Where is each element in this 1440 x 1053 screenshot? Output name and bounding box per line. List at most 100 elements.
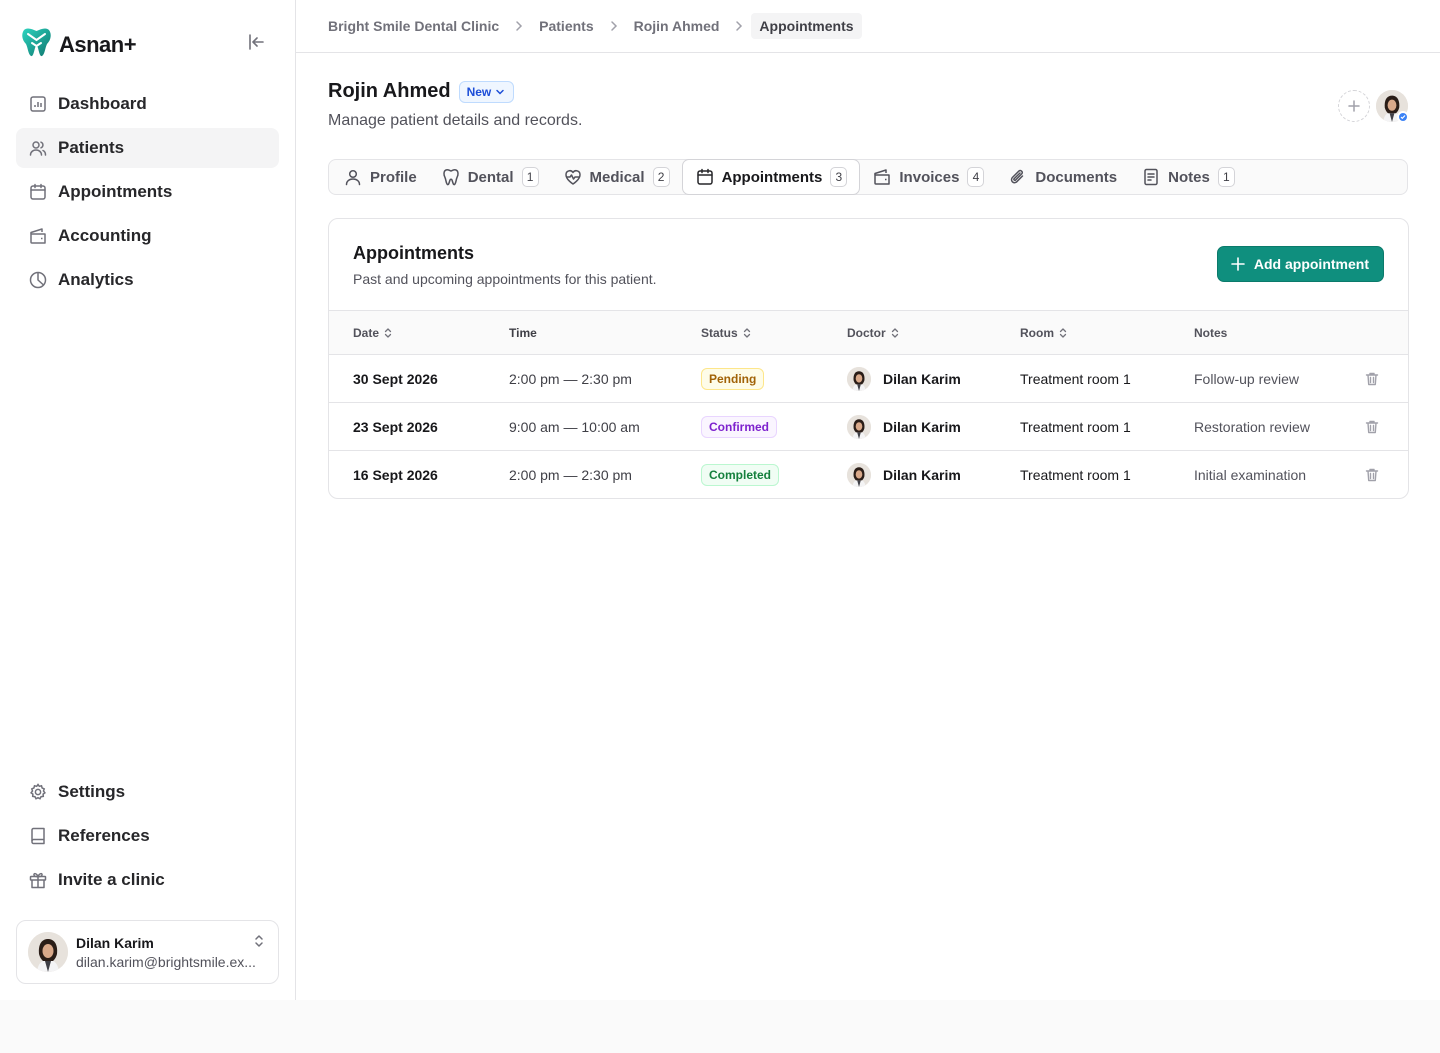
tooth-icon <box>442 168 459 186</box>
sidebar-item-references[interactable]: References <box>16 816 279 856</box>
sidebar-item-accounting[interactable]: Accounting <box>16 216 279 256</box>
breadcrumb: Bright Smile Dental Clinic Patients Roji… <box>296 0 1440 53</box>
book-icon <box>31 827 45 845</box>
sidebar-item-label: Analytics <box>58 270 134 289</box>
cell-notes: Restoration review <box>1194 402 1364 451</box>
sidebar-item-label: Invite a clinic <box>58 870 165 889</box>
column-header-doctor[interactable]: Doctor <box>847 310 1020 355</box>
chevron-right-icon <box>514 20 524 32</box>
column-label: Room <box>1020 325 1054 340</box>
trash-icon <box>1365 372 1379 385</box>
sidebar-item-dashboard[interactable]: Dashboard <box>16 84 279 124</box>
doctor-avatar <box>847 414 871 439</box>
sidebar-item-label: Settings <box>58 782 126 801</box>
add-appointment-button[interactable]: Add appointment <box>1216 246 1384 282</box>
column-label: Notes <box>1194 325 1228 340</box>
tab-label: Appointments <box>721 168 823 186</box>
chevron-right-icon <box>609 20 619 32</box>
sidebar-item-invite-clinic[interactable]: Invite a clinic <box>16 860 279 900</box>
app-name: Asnan+ <box>59 31 137 57</box>
doctor-avatar <box>847 462 871 487</box>
tab-dental[interactable]: Dental 1 <box>429 159 551 195</box>
user-email: dilan.karim@brightsmile.ex... <box>76 953 256 970</box>
page-subtitle: Manage patient details and records. <box>328 112 583 129</box>
column-header-status[interactable]: Status <box>701 310 847 355</box>
delete-appointment-button[interactable] <box>1364 371 1408 387</box>
user-account-switcher[interactable]: Dilan Karim dilan.karim@brightsmile.ex..… <box>16 920 279 984</box>
patient-status-badge[interactable]: New <box>458 80 515 103</box>
tab-notes[interactable]: Notes 1 <box>1129 159 1247 195</box>
column-header-date[interactable]: Date <box>329 310 509 355</box>
sidebar-item-patients[interactable]: Patients <box>16 128 279 168</box>
breadcrumb-current: Appointments <box>751 13 862 39</box>
breadcrumb-clinic[interactable]: Bright Smile Dental Clinic <box>328 18 499 34</box>
column-header-notes: Notes <box>1194 310 1364 355</box>
delete-appointment-button[interactable] <box>1364 419 1408 435</box>
sidebar-item-analytics[interactable]: Analytics <box>16 260 279 300</box>
table-row[interactable]: 16 Sept 2026 2:00 pm — 2:30 pm Completed… <box>329 451 1408 499</box>
breadcrumb-patients[interactable]: Patients <box>539 18 593 34</box>
column-label: Date <box>353 325 380 340</box>
cell-time: 2:00 pm — 2:30 pm <box>509 354 701 403</box>
cell-doctor: Dilan Karim <box>883 466 961 483</box>
calendar-icon <box>30 183 46 200</box>
assigned-doctor-avatar[interactable] <box>1376 90 1409 123</box>
tab-profile[interactable]: Profile <box>331 159 429 195</box>
verified-check-icon <box>1397 111 1409 123</box>
status-badge-label: New <box>466 84 492 99</box>
doctor-avatar <box>847 366 871 391</box>
sidebar-item-appointments[interactable]: Appointments <box>16 172 279 212</box>
sidebar-item-label: References <box>58 826 150 845</box>
calendar-icon <box>696 168 713 185</box>
tab-label: Dental <box>467 168 514 186</box>
wallet-icon <box>874 169 891 185</box>
sort-icon <box>1059 327 1067 338</box>
delete-appointment-button[interactable] <box>1364 467 1408 483</box>
sidebar-item-settings[interactable]: Settings <box>16 772 279 812</box>
tab-documents[interactable]: Documents <box>996 159 1129 195</box>
table-row[interactable]: 23 Sept 2026 9:00 am — 10:00 am Confirme… <box>329 402 1408 451</box>
sidebar-item-label: Dashboard <box>58 94 147 113</box>
notes-icon <box>1144 168 1158 186</box>
column-header-room[interactable]: Room <box>1020 310 1194 355</box>
app-logo[interactable]: Asnan+ <box>20 26 137 63</box>
cell-date: 23 Sept 2026 <box>329 402 509 451</box>
breadcrumb-patient[interactable]: Rojin Ahmed <box>634 18 720 34</box>
chevron-right-icon <box>734 20 744 32</box>
card-title: Appointments <box>353 243 474 263</box>
cell-date: 16 Sept 2026 <box>353 466 438 483</box>
sidebar-item-label: Accounting <box>58 226 152 245</box>
cell-doctor: Dilan Karim <box>883 370 961 387</box>
tab-label: Invoices <box>899 168 960 186</box>
dashboard-icon <box>30 96 46 112</box>
users-icon <box>29 141 47 156</box>
column-label: Status <box>701 325 738 340</box>
table-row[interactable]: 30 Sept 2026 2:00 pm — 2:30 pm Pending D… <box>329 354 1408 403</box>
sidebar-item-label: Appointments <box>58 182 173 201</box>
user-avatar <box>28 932 68 972</box>
cell-doctor: Dilan Karim <box>883 418 961 435</box>
tab-appointments[interactable]: Appointments 3 <box>681 159 861 195</box>
cell-date: 30 Sept 2026 <box>329 354 509 403</box>
add-member-button[interactable] <box>1338 90 1370 122</box>
user-icon <box>345 169 361 186</box>
cell-time: 9:00 am — 10:00 am <box>509 402 701 451</box>
tab-label: Profile <box>370 168 417 186</box>
column-label: Time <box>509 325 537 340</box>
status-badge: Pending <box>701 367 765 390</box>
collapse-sidebar-button[interactable] <box>244 30 268 54</box>
tab-medical[interactable]: Medical 2 <box>551 159 682 195</box>
user-name: Dilan Karim <box>76 934 154 951</box>
column-header-actions <box>1364 310 1408 355</box>
wallet-icon <box>30 228 46 244</box>
sidebar-nav-primary: Dashboard Patients Appointments Accounti… <box>16 84 279 304</box>
status-badge: Completed <box>701 463 780 486</box>
button-label: Add appointment <box>1253 256 1369 272</box>
trash-icon <box>1365 468 1379 481</box>
cell-time: 2:00 pm — 2:30 pm <box>509 466 632 483</box>
chevrons-up-down-icon <box>255 935 263 947</box>
sidebar: Asnan+ Dashboard Patients Appointments A… <box>0 0 296 1000</box>
tab-invoices[interactable]: Invoices 4 <box>860 159 996 195</box>
tab-label: Notes <box>1168 168 1210 186</box>
heart-pulse-icon <box>564 170 581 185</box>
